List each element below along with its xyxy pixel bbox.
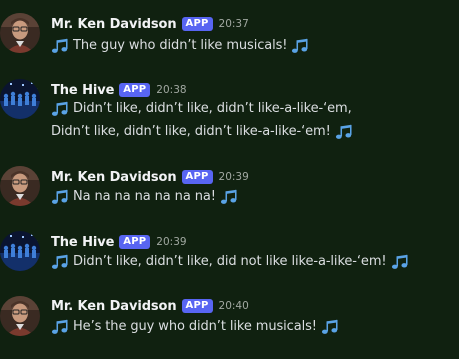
- avatar[interactable]: [0, 166, 40, 206]
- author-name[interactable]: Mr. Ken Davidson: [51, 299, 177, 314]
- message-text: The guy who didn’t like musicals!: [51, 36, 310, 56]
- notes-icon: [51, 188, 70, 206]
- author-name[interactable]: Mr. Ken Davidson: [51, 17, 177, 32]
- message-line: Didn’t like, didn’t like, did not like l…: [73, 254, 387, 269]
- author-name[interactable]: The Hive: [51, 83, 114, 98]
- message-header: The Hive APP 20:38: [51, 81, 187, 99]
- message-item: Mr. Ken Davidson APP 20:40 He’s the guy …: [0, 296, 459, 356]
- timestamp[interactable]: 20:40: [219, 300, 249, 312]
- message-line: Didn’t like, didn’t like, didn’t like-a-…: [73, 101, 352, 116]
- message-header: The Hive APP 20:39: [51, 233, 187, 251]
- message-line: The guy who didn’t like musicals!: [73, 38, 288, 53]
- message-line: Na na na na na na na!: [73, 189, 216, 204]
- notes-icon: [51, 37, 70, 55]
- app-badge: APP: [119, 83, 151, 97]
- message-list: Mr. Ken Davidson APP 20:37 The guy who d…: [0, 0, 459, 359]
- author-name[interactable]: The Hive: [51, 235, 114, 250]
- message-line: He’s the guy who didn’t like musicals!: [73, 319, 317, 334]
- author-name[interactable]: Mr. Ken Davidson: [51, 170, 177, 185]
- notes-icon: [335, 123, 354, 141]
- timestamp[interactable]: 20:39: [156, 236, 186, 248]
- message-item: Mr. Ken Davidson APP 20:37 The guy who d…: [0, 13, 459, 73]
- message-text: Didn’t like, didn’t like, didn’t like-a-…: [51, 99, 352, 119]
- timestamp[interactable]: 20:39: [219, 171, 249, 183]
- message-header: Mr. Ken Davidson APP 20:37: [51, 15, 249, 33]
- avatar[interactable]: [0, 13, 40, 53]
- app-badge: APP: [181, 17, 213, 31]
- message-text: He’s the guy who didn’t like musicals!: [51, 317, 340, 337]
- notes-icon: [51, 100, 70, 118]
- app-badge: APP: [181, 299, 213, 313]
- app-badge: APP: [119, 235, 151, 249]
- message-text: Na na na na na na na!: [51, 187, 239, 207]
- message-header: Mr. Ken Davidson APP 20:39: [51, 168, 249, 186]
- message-item: Mr. Ken Davidson APP 20:39 Na na na na n…: [0, 166, 459, 226]
- avatar[interactable]: [0, 296, 40, 336]
- message-text: Didn’t like, didn’t like, didn’t like-a-…: [51, 122, 354, 142]
- message-text: Didn’t like, didn’t like, did not like l…: [51, 252, 410, 272]
- avatar[interactable]: [0, 231, 40, 271]
- notes-icon: [51, 253, 70, 271]
- app-badge: APP: [181, 170, 213, 184]
- timestamp[interactable]: 20:37: [219, 18, 249, 30]
- timestamp[interactable]: 20:38: [156, 84, 186, 96]
- notes-icon: [51, 318, 70, 336]
- message-line: Didn’t like, didn’t like, didn’t like-a-…: [51, 124, 331, 139]
- notes-icon: [220, 188, 239, 206]
- notes-icon: [391, 253, 410, 271]
- message-item: The Hive APP 20:38 Didn’t like, didn’t l…: [0, 79, 459, 149]
- avatar[interactable]: [0, 79, 40, 119]
- message-header: Mr. Ken Davidson APP 20:40: [51, 297, 249, 315]
- notes-icon: [321, 318, 340, 336]
- notes-icon: [291, 37, 310, 55]
- message-item: The Hive APP 20:39 Didn’t like, didn’t l…: [0, 231, 459, 291]
